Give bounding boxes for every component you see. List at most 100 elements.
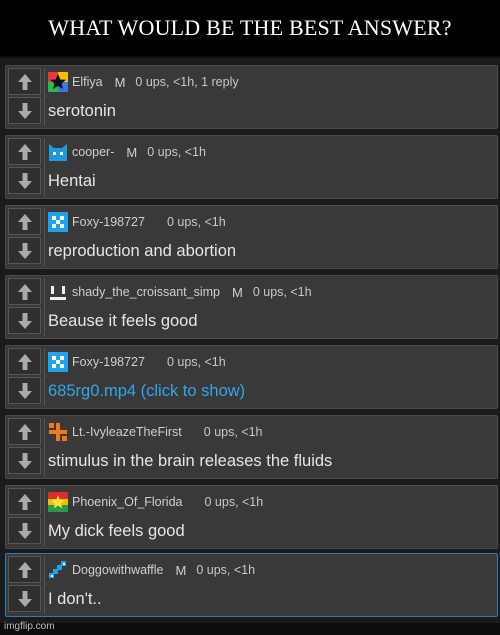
comment-stats: 0 ups, <1h [196, 563, 256, 577]
comment-text: Beause it feels good [48, 311, 198, 330]
upvote-button[interactable] [8, 278, 41, 305]
vote-controls [8, 418, 41, 476]
downvote-button[interactable] [8, 585, 41, 612]
down-arrow-icon [17, 172, 32, 189]
down-arrow-icon [17, 522, 32, 539]
vote-controls [8, 488, 41, 546]
comment-meta: shady_the_croissant_simp M 0 ups, <1h [48, 281, 312, 303]
comment-meta: Doggowithwaffle M 0 ups, <1h [48, 559, 255, 581]
downvote-button[interactable] [8, 447, 41, 474]
comment-stats: 0 ups, <1h, 1 reply [135, 75, 239, 89]
vote-controls [8, 138, 41, 196]
upvote-button[interactable] [8, 68, 41, 95]
star-avatar-icon[interactable] [48, 72, 68, 92]
video-link[interactable]: 685rg0.mp4 (click to show) [48, 379, 245, 403]
username[interactable]: Foxy-198727 [72, 355, 145, 369]
down-arrow-icon [17, 312, 32, 329]
comment: Elfiya M 0 ups, <1h, 1 reply serotonin [5, 65, 498, 129]
vote-controls [8, 68, 41, 126]
divider [44, 208, 45, 266]
comment-stats: 0 ups, <1h [203, 425, 263, 439]
upvote-button[interactable] [8, 556, 41, 583]
vote-controls [8, 208, 41, 266]
down-arrow-icon [17, 452, 32, 469]
down-arrow-icon [17, 242, 32, 259]
comment-meta: Foxy-198727 0 ups, <1h [48, 211, 226, 233]
pixel-avatar-icon[interactable] [48, 352, 68, 372]
upvote-button[interactable] [8, 418, 41, 445]
comment-stats: 0 ups, <1h [166, 355, 226, 369]
divider [44, 278, 45, 336]
comment-text: serotonin [48, 101, 116, 120]
up-arrow-icon [17, 493, 32, 510]
comment-meta: Phoenix_Of_Florida 0 ups, <1h [48, 491, 263, 513]
cat-avatar-icon[interactable] [48, 142, 68, 162]
username[interactable]: cooper- [72, 145, 114, 159]
up-arrow-icon [17, 353, 32, 370]
pixel-avatar-icon[interactable] [48, 212, 68, 232]
down-arrow-icon [17, 382, 32, 399]
vote-controls [8, 556, 41, 614]
upvote-button[interactable] [8, 348, 41, 375]
downvote-button[interactable] [8, 517, 41, 544]
username[interactable]: Foxy-198727 [72, 215, 145, 229]
downvote-button[interactable] [8, 167, 41, 194]
username[interactable]: Phoenix_Of_Florida [72, 495, 182, 509]
flag-avatar-icon[interactable] [48, 492, 68, 512]
upvote-button[interactable] [8, 208, 41, 235]
vote-controls [8, 278, 41, 336]
comment-stats: 0 ups, <1h [252, 285, 312, 299]
comment-meta: Lt.-IvyleazeTheFirst 0 ups, <1h [48, 421, 263, 443]
divider [44, 418, 45, 476]
role-badge: M [175, 562, 187, 578]
comment-text: I don't.. [48, 589, 102, 608]
comment-text: stimulus in the brain releases the fluid… [48, 451, 333, 470]
username[interactable]: Elfiya [72, 75, 103, 89]
downvote-button[interactable] [8, 307, 41, 334]
comment-stats: 0 ups, <1h [166, 215, 226, 229]
vote-controls [8, 348, 41, 406]
up-arrow-icon [17, 283, 32, 300]
up-arrow-icon [17, 73, 32, 90]
down-arrow-icon [17, 102, 32, 119]
comment: shady_the_croissant_simp M 0 ups, <1h Be… [5, 275, 498, 339]
up-arrow-icon [17, 213, 32, 230]
up-arrow-icon [17, 143, 32, 160]
comment-text: My dick feels good [48, 521, 185, 540]
comment-selected: Doggowithwaffle M 0 ups, <1h I don't.. [5, 553, 498, 617]
comment-stats: 0 ups, <1h [204, 495, 264, 509]
comment: Foxy-198727 0 ups, <1h 685rg0.mp4 (click… [5, 345, 498, 409]
comment: Foxy-198727 0 ups, <1h reproduction and … [5, 205, 498, 269]
up-arrow-icon [17, 561, 32, 578]
downvote-button[interactable] [8, 237, 41, 264]
username[interactable]: Doggowithwaffle [72, 563, 164, 577]
face-avatar-icon[interactable] [48, 282, 68, 302]
down-arrow-icon [17, 590, 32, 607]
comment-meta: Foxy-198727 0 ups, <1h [48, 351, 226, 373]
divider [44, 138, 45, 196]
downvote-button[interactable] [8, 377, 41, 404]
upvote-button[interactable] [8, 138, 41, 165]
comment-list: Elfiya M 0 ups, <1h, 1 reply serotonin c… [0, 58, 500, 623]
comment-stats: 0 ups, <1h [147, 145, 206, 159]
divider [44, 348, 45, 406]
diagonal-avatar-icon[interactable] [48, 560, 68, 580]
role-badge: M [232, 284, 243, 300]
comment: cooper- M 0 ups, <1h Hentai [5, 135, 498, 199]
comment-meta: cooper- M 0 ups, <1h [48, 141, 206, 163]
username[interactable]: shady_the_croissant_simp [72, 285, 220, 299]
divider [44, 68, 45, 126]
divider [44, 556, 45, 614]
role-badge: M [126, 144, 138, 160]
role-badge: M [114, 74, 126, 90]
up-arrow-icon [17, 423, 32, 440]
meme-caption: WHAT WOULD BE THE BEST ANSWER? [0, 0, 500, 56]
username[interactable]: Lt.-IvyleazeTheFirst [72, 425, 182, 439]
comment: Phoenix_Of_Florida 0 ups, <1h My dick fe… [5, 485, 498, 549]
cross-avatar-icon[interactable] [48, 422, 68, 442]
comment-meta: Elfiya M 0 ups, <1h, 1 reply [48, 71, 239, 93]
downvote-button[interactable] [8, 97, 41, 124]
upvote-button[interactable] [8, 488, 41, 515]
comment: Lt.-IvyleazeTheFirst 0 ups, <1h stimulus… [5, 415, 498, 479]
watermark: imgflip.com [4, 621, 55, 632]
